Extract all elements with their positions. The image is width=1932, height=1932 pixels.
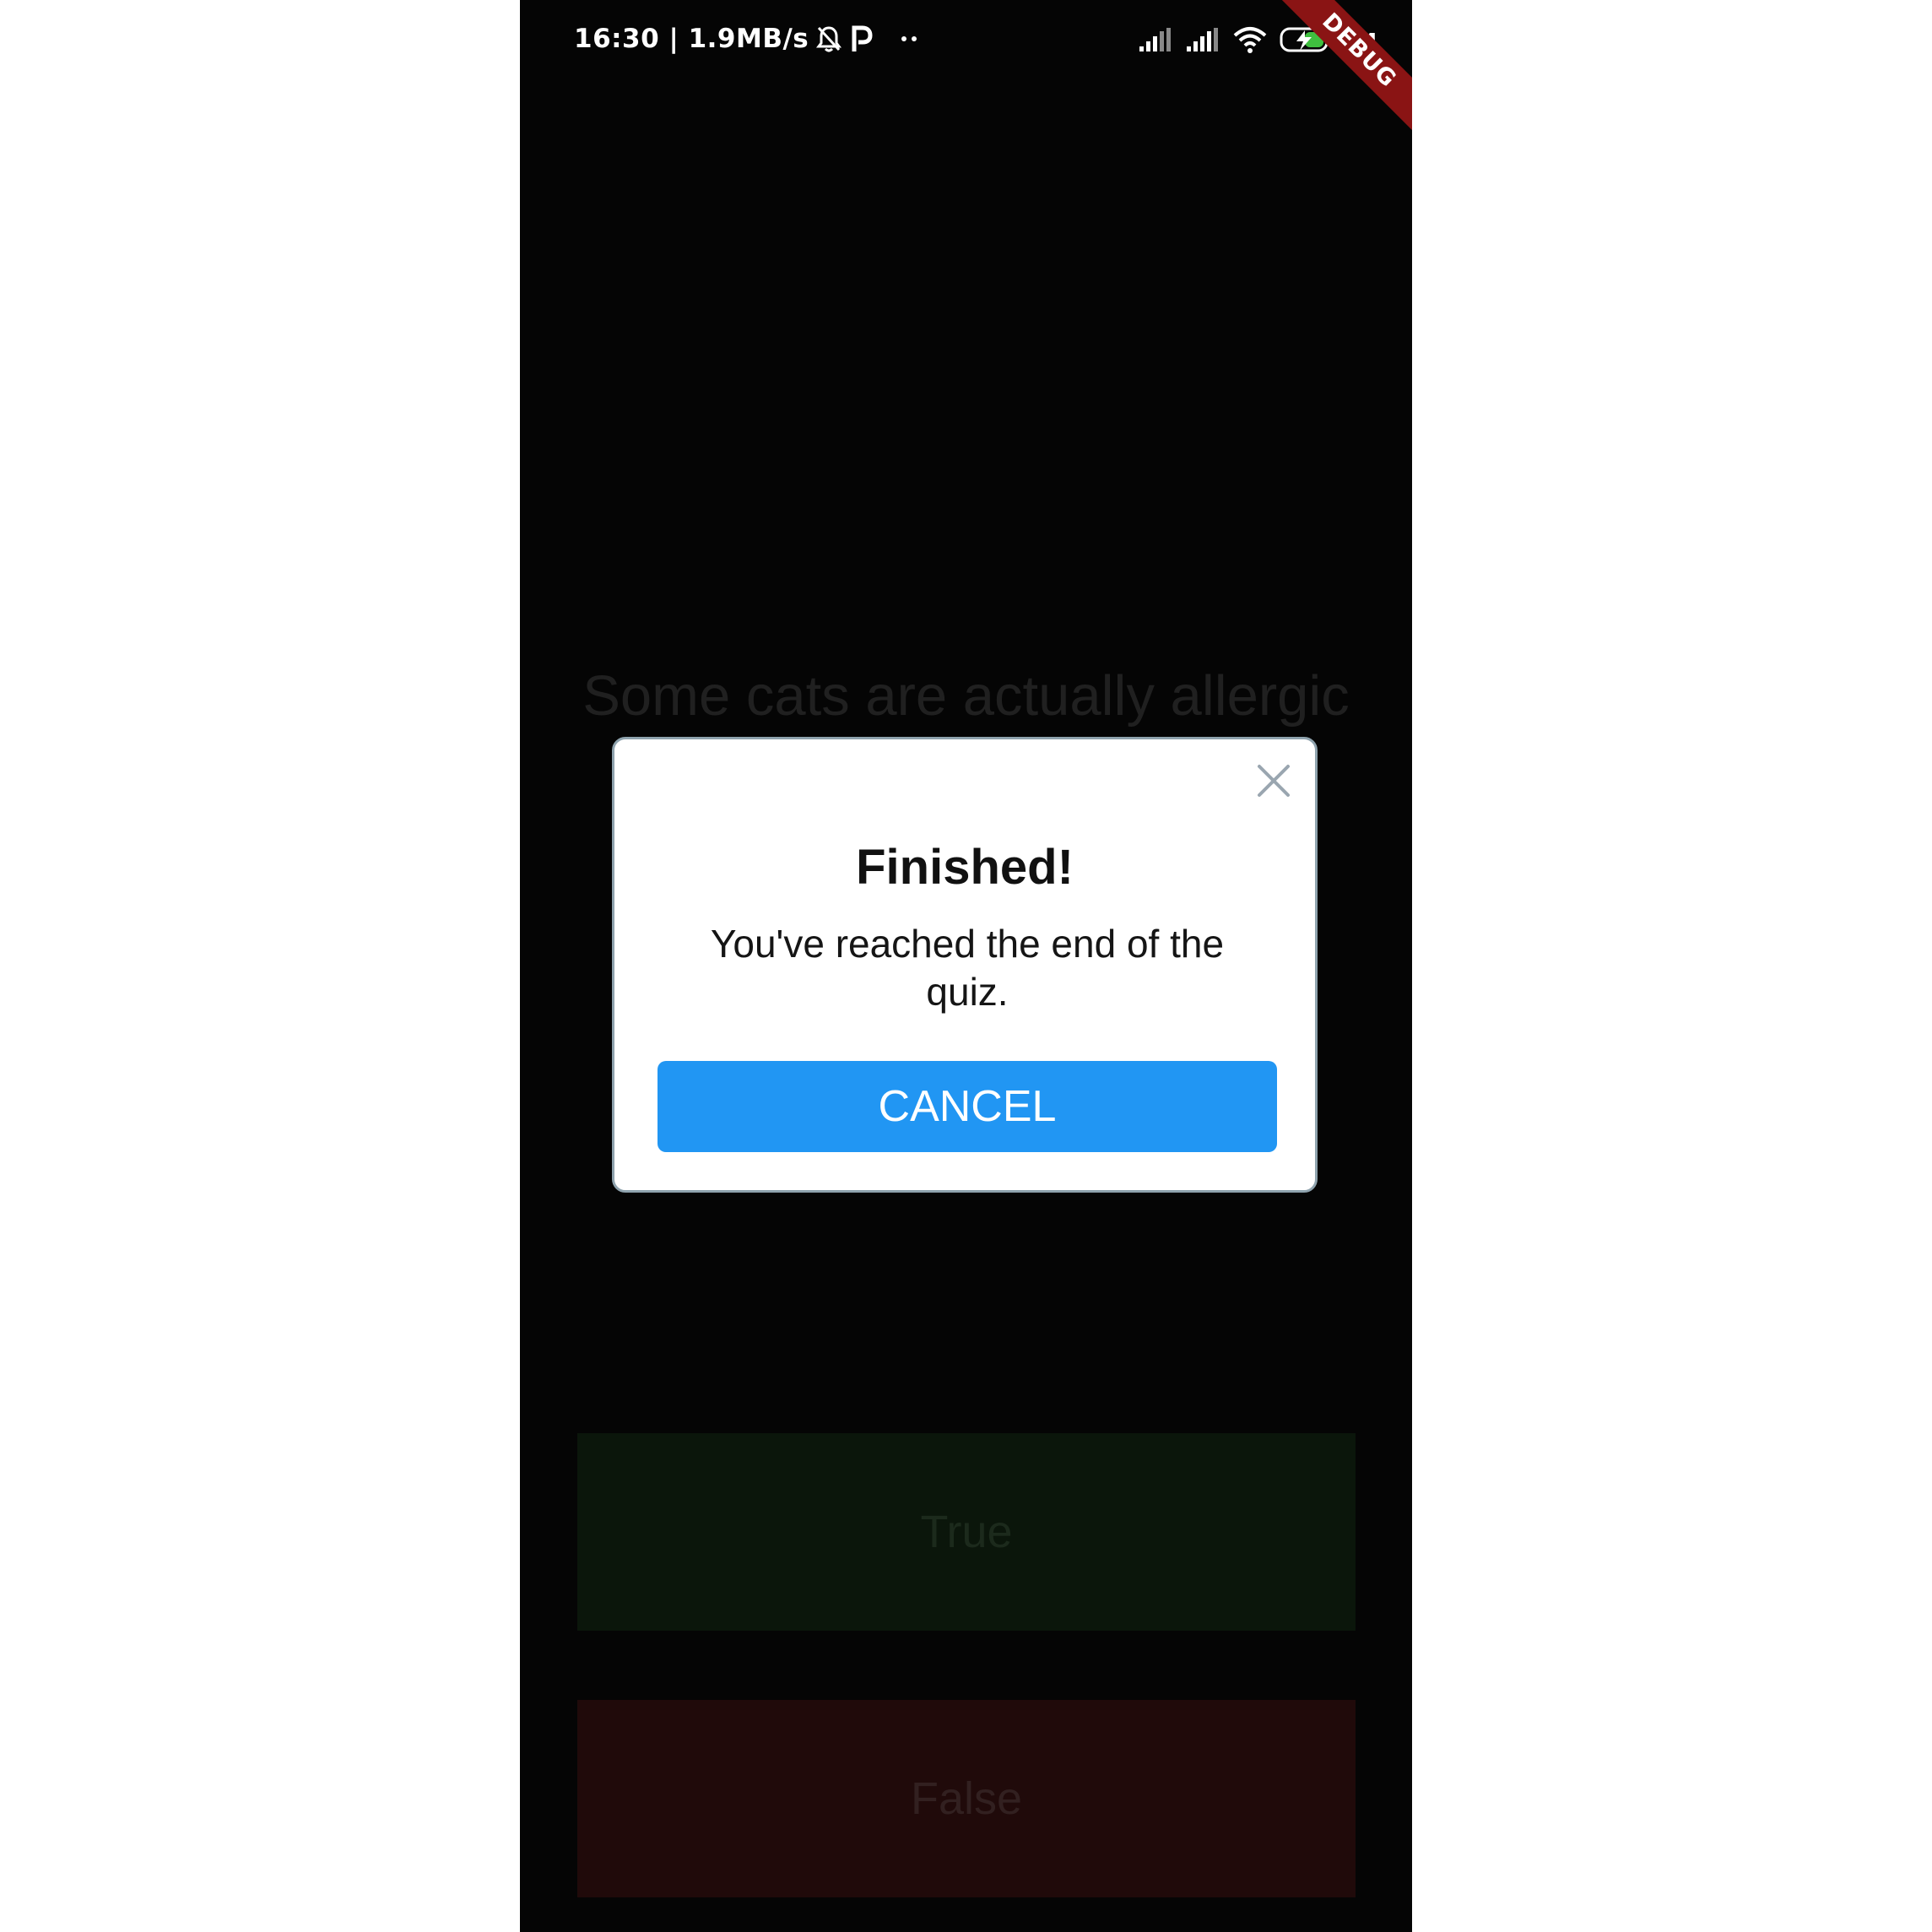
true-button-label: True [920, 1507, 1013, 1557]
close-icon[interactable] [1254, 761, 1293, 800]
false-button-label: False [910, 1773, 1023, 1824]
status-time-speed: 16:30 | 1.9MB/s [574, 24, 809, 54]
status-bar: 16:30 | 1.9MB/s DEBUG [520, 0, 1412, 138]
mute-bell-icon [815, 24, 842, 53]
dialog-message: You've reached the end of the quiz. [710, 922, 1225, 1014]
phone-screen: 16:30 | 1.9MB/s DEBUG Some cats are actu… [520, 0, 1412, 1932]
p-app-icon [849, 24, 873, 53]
cancel-button-label: CANCEL [878, 1082, 1057, 1131]
signal-icon [1185, 26, 1220, 57]
false-button[interactable]: False [577, 1700, 1356, 1897]
cancel-button[interactable]: CANCEL [658, 1061, 1277, 1152]
finished-dialog: Finished! You've reached the end of the … [612, 737, 1318, 1193]
dialog-title: Finished! [856, 840, 1074, 895]
true-button[interactable]: True [577, 1433, 1356, 1631]
signal-icon [1138, 26, 1173, 57]
debug-banner: DEBUG [1271, 0, 1412, 138]
question-text: Some cats are actually allergic [582, 664, 1350, 728]
wifi-icon [1232, 25, 1268, 58]
more-dots-icon [900, 35, 920, 43]
status-left: 16:30 | 1.9MB/s [574, 24, 920, 54]
